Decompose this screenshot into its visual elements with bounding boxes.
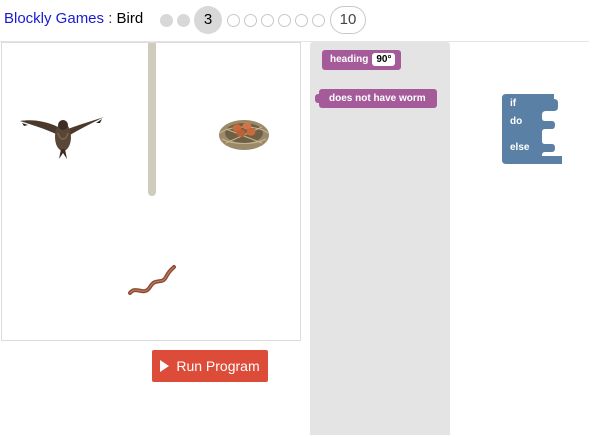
game-stage xyxy=(1,42,301,341)
toolbox: heading 90° does not have worm xyxy=(310,42,450,435)
wall xyxy=(148,43,156,196)
worm-icon xyxy=(128,265,176,295)
if-label: if xyxy=(510,98,517,109)
top-bar: Blockly Games : Bird 3 10 xyxy=(0,0,589,42)
level-1-dot[interactable] xyxy=(160,14,173,27)
worm-block-label: does not have worm xyxy=(329,93,426,104)
level-4-dot[interactable] xyxy=(227,14,240,27)
heading-angle-field[interactable]: 90° xyxy=(372,53,396,66)
bird-icon xyxy=(20,117,104,159)
level-5-dot[interactable] xyxy=(244,14,257,27)
level-7-dot[interactable] xyxy=(278,14,291,27)
level-8-dot[interactable] xyxy=(295,14,308,27)
level-last-dot[interactable]: 10 xyxy=(330,6,366,34)
if-else-block[interactable]: if do else xyxy=(502,94,562,164)
level-2-dot[interactable] xyxy=(177,14,190,27)
app-name-link[interactable]: Blockly Games xyxy=(4,10,104,27)
heading-block[interactable]: heading 90° xyxy=(322,50,401,70)
else-label: else xyxy=(510,142,530,153)
level-current-dot[interactable]: 3 xyxy=(194,6,222,34)
level-9-dot[interactable] xyxy=(312,14,325,27)
run-program-button[interactable]: Run Program xyxy=(152,350,268,382)
level-name: Bird xyxy=(116,10,144,27)
run-program-label: Run Program xyxy=(176,358,260,374)
title-separator: : xyxy=(108,10,113,27)
does-not-have-worm-block[interactable]: does not have worm xyxy=(315,89,437,108)
play-icon xyxy=(160,360,170,372)
page-title: Blockly Games : Bird xyxy=(4,10,143,28)
level-6-dot[interactable] xyxy=(261,14,274,27)
heading-block-label: heading xyxy=(330,54,369,65)
do-label: do xyxy=(510,116,523,127)
nest-icon xyxy=(219,120,269,150)
